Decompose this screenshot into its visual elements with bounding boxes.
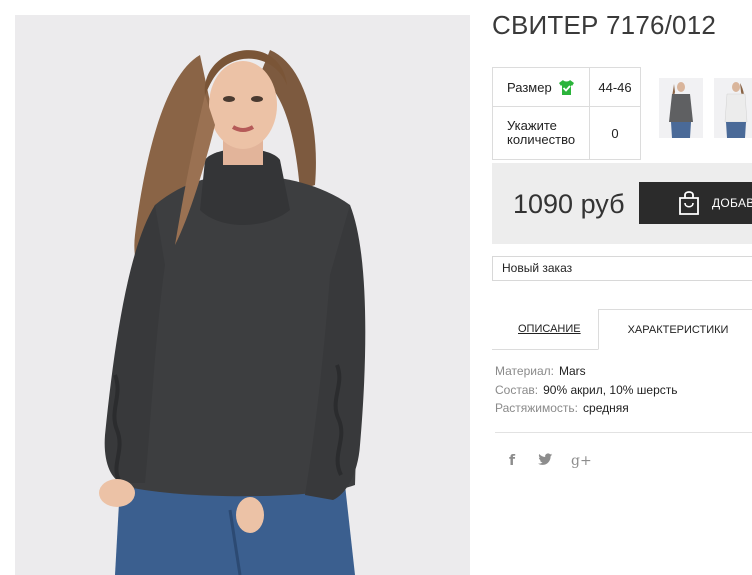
- tshirt-check-icon[interactable]: [558, 79, 575, 95]
- quantity-label-line1: Укажите: [507, 118, 557, 133]
- product-price: 1090 руб: [513, 189, 625, 219]
- divider: [495, 432, 752, 433]
- spec-value: Mars: [558, 364, 586, 378]
- spec-key: Растяжимость:: [495, 401, 579, 415]
- shopping-bag-icon: [677, 190, 701, 216]
- spec-key: Состав:: [495, 382, 539, 397]
- product-thumbnail-1[interactable]: [659, 78, 703, 138]
- spec-value: 90% акрил, 10% шерсть: [543, 382, 678, 397]
- add-to-cart-button[interactable]: ДОБАВ: [639, 182, 752, 224]
- facebook-icon[interactable]: f: [509, 453, 515, 469]
- size-label: Размер: [507, 79, 552, 95]
- size-select[interactable]: 44-46: [589, 67, 641, 107]
- specs-list: Материал: Mars Состав: 90% акрил, 10% шерс…: [495, 362, 678, 418]
- quantity-label-cell: Укажите количество: [492, 106, 590, 160]
- spec-composition: Состав: 90% акрил, 10% шерсть: [495, 381, 678, 400]
- quantity-label-line2: количество: [507, 132, 576, 147]
- spec-material: Материал: Mars: [495, 362, 678, 381]
- size-label-cell: Размер: [492, 67, 590, 107]
- quantity-input[interactable]: 0: [589, 106, 641, 160]
- spec-key: Материал:: [495, 364, 554, 378]
- spec-value: средняя: [583, 401, 629, 415]
- add-to-cart-label: ДОБАВ: [712, 196, 752, 210]
- order-select[interactable]: Новый заказ: [492, 256, 752, 281]
- product-title: СВИТЕР 7176/012: [492, 10, 717, 40]
- twitter-icon[interactable]: [538, 453, 553, 469]
- product-options-table: Размер 44-46 Укажите количество 0: [492, 67, 641, 160]
- google-plus-icon[interactable]: g+: [571, 453, 592, 469]
- product-thumbnail-2[interactable]: [714, 78, 752, 138]
- tab-characteristics[interactable]: ХАРАКТЕРИСТИКИ: [598, 309, 752, 350]
- price-panel: 1090 руб ДОБАВ: [492, 163, 752, 244]
- product-tabs: ОПИСАНИЕ ХАРАКТЕРИСТИКИ: [492, 309, 752, 350]
- product-main-image[interactable]: [15, 15, 470, 575]
- tab-description[interactable]: ОПИСАНИЕ: [518, 309, 581, 350]
- spec-stretch: Растяжимость: средняя: [495, 399, 678, 418]
- model-illustration: [15, 15, 470, 575]
